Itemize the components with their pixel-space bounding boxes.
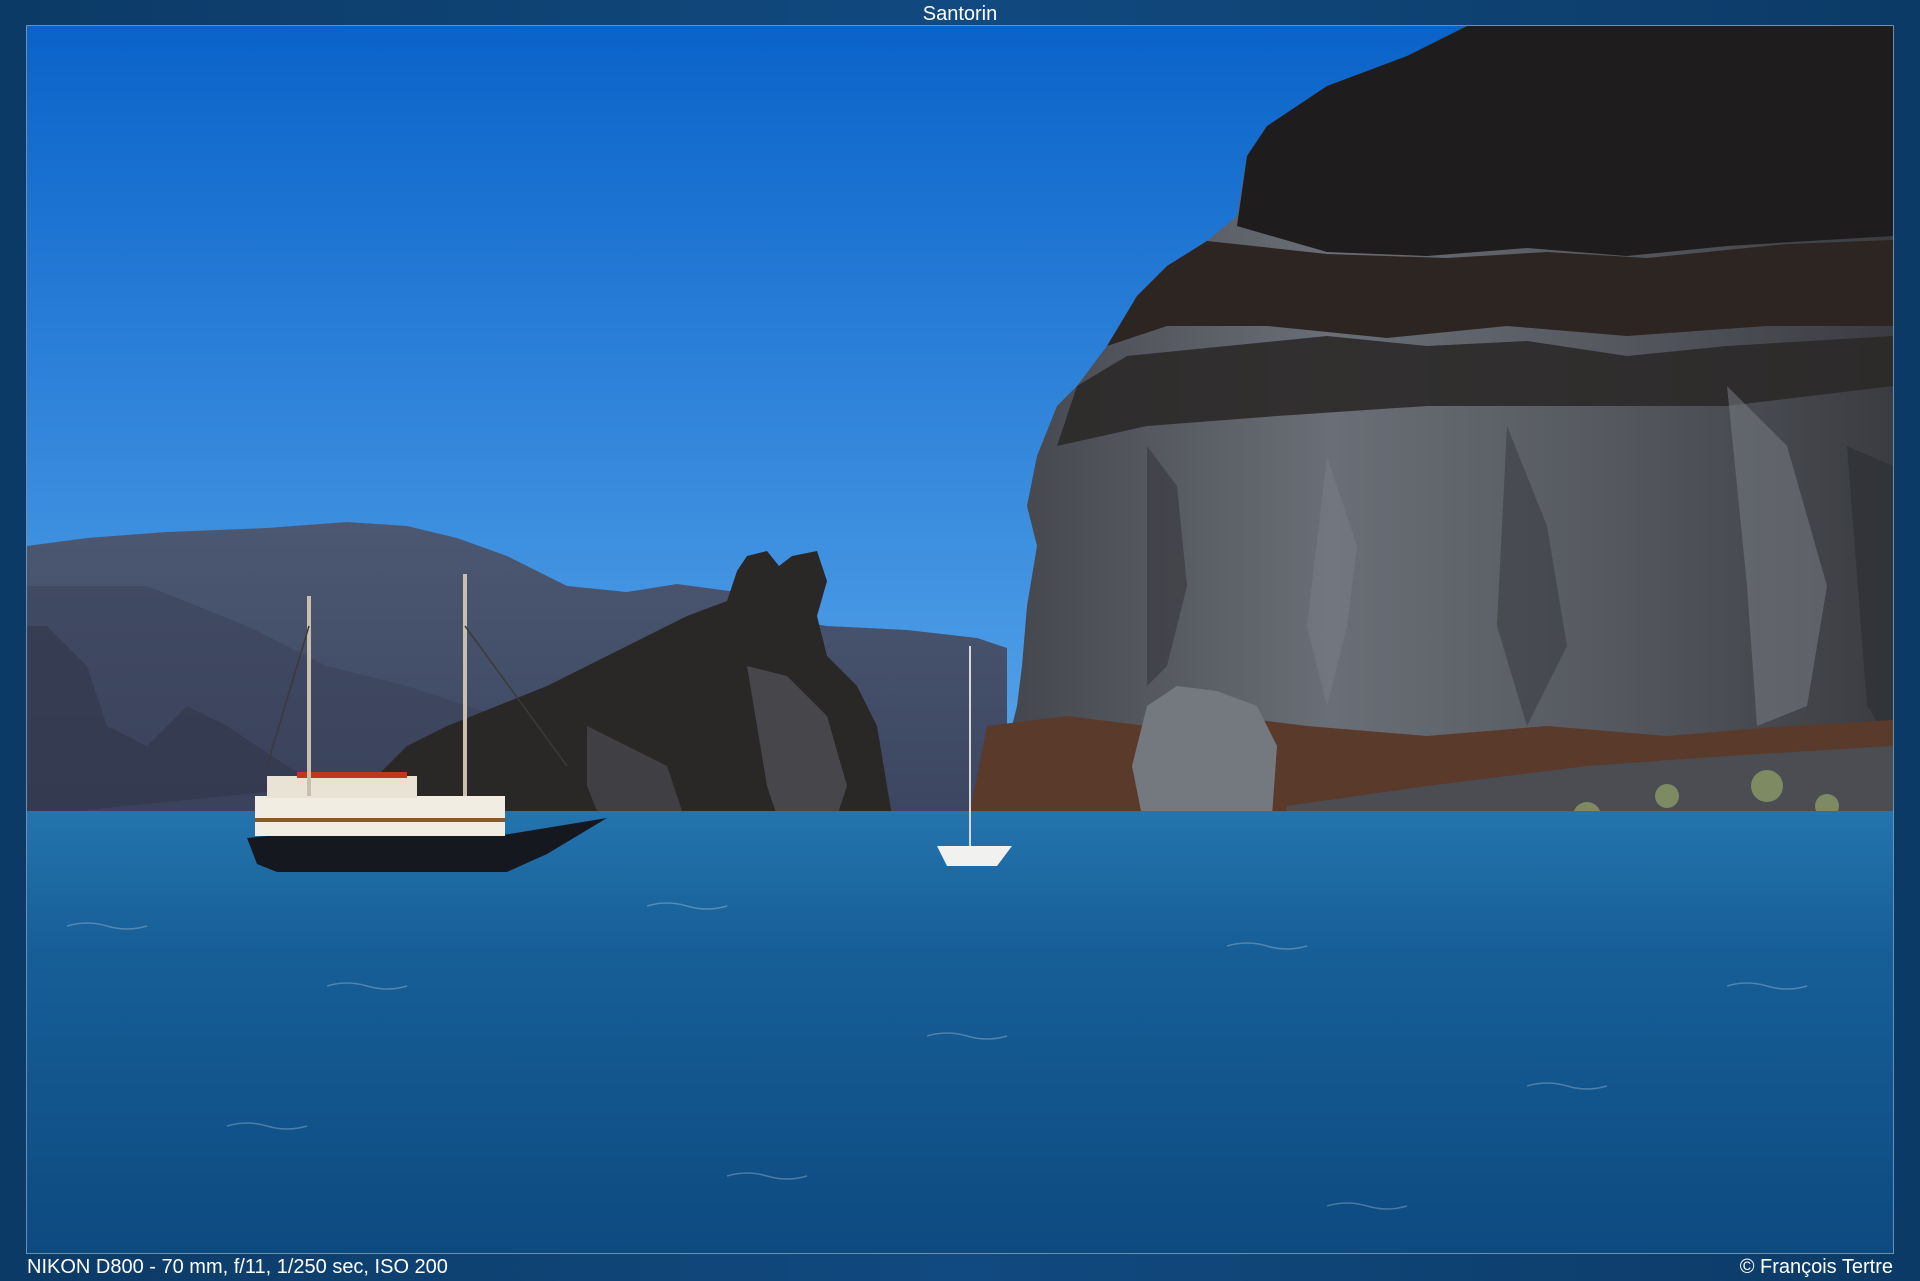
santorini-landscape [27,26,1893,1253]
sea [27,811,1893,1253]
exif-info: NIKON D800 - 70 mm, f/11, 1/250 sec, ISO… [27,1256,448,1278]
photo [26,25,1894,1254]
photo-title: Santorin [922,3,998,25]
photo-viewer: Santorin NIKON D800 - 70 mm, f/11, 1/250… [0,0,1920,1281]
copyright: © François Tertre [1739,1256,1893,1278]
